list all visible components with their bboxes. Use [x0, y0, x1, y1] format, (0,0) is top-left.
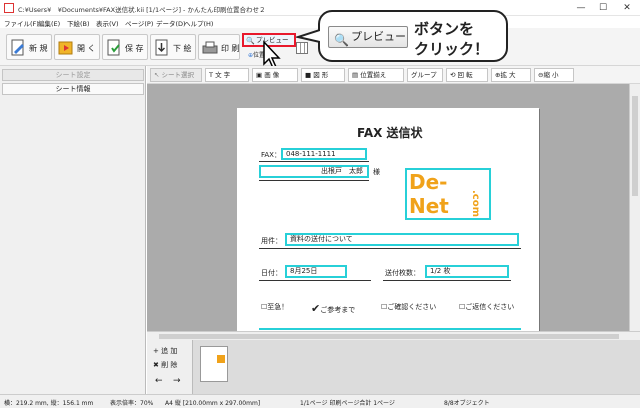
date-underline [259, 280, 371, 281]
page-controls: + 追 加 ✖ 削 除 ← → [147, 340, 193, 394]
delete-page-button[interactable]: ✖ 削 除 [153, 360, 177, 370]
fax-underline [259, 161, 369, 162]
menu-file[interactable]: ファイル(F) [4, 18, 39, 28]
title-bar: C:¥Users¥ ¥Documents¥FAX送信状.kii [1/1ページ]… [0, 0, 640, 16]
zoom-out-button[interactable]: ⊖縮 小 [534, 68, 574, 82]
checkbox-urgent[interactable]: ☐至急！ [261, 302, 288, 312]
align-icon: ▤ [352, 71, 359, 79]
subject-label: 用件： [261, 237, 282, 245]
magnifier-icon: 🔍 [334, 33, 349, 47]
tab-sheet-info[interactable]: シート情報 [2, 83, 144, 95]
object-count: 8/8オブジェクト [444, 400, 490, 407]
next-page-button[interactable]: → [173, 376, 181, 386]
checkmark-icon: ✔ [311, 302, 321, 315]
sidebar: シート設定 シート情報 [0, 66, 146, 394]
prev-page-button[interactable]: ← [155, 376, 163, 386]
checkbox-reply[interactable]: ☐ご返信ください [459, 302, 514, 312]
de-net-logo[interactable]: De- Net .com [405, 168, 491, 220]
minimize-button[interactable]: — [574, 2, 588, 14]
text-button[interactable]: T 文 字 [205, 68, 249, 82]
printer-icon [202, 39, 218, 57]
new-button[interactable]: 新 規 [6, 34, 52, 60]
sketch-button[interactable]: 下 絵 [150, 34, 196, 60]
callout-line-2: クリック！ [414, 40, 490, 58]
image-button[interactable]: ▣ 画 像 [252, 68, 298, 82]
zoom-in-button[interactable]: ⊕拡 大 [491, 68, 531, 82]
menu-page[interactable]: ページ(P) [125, 18, 153, 28]
magnifier-icon: 🔍 [246, 37, 255, 45]
subject-field[interactable]: 資料の送付について [285, 233, 519, 246]
callout-pointer [294, 28, 321, 44]
tab-sheet-settings[interactable]: シート設定 [2, 69, 144, 81]
save-icon [106, 39, 122, 57]
page-thumbnail[interactable] [200, 346, 228, 382]
rotate-icon: ⟲ [450, 71, 456, 79]
new-document-icon [10, 39, 26, 57]
shape-icon: ■ [305, 71, 312, 79]
thumbnail-logo [217, 355, 225, 363]
menu-edit[interactable]: 編集(E) [38, 18, 60, 28]
app-icon [4, 3, 14, 13]
horizontal-scroll-thumb[interactable] [159, 334, 619, 339]
status-bar: 横：219.2 mm, 縦：156.1 mm 表示倍率：70% A4 縦 [21… [0, 394, 640, 408]
open-button[interactable]: 開 く [54, 34, 100, 60]
add-page-button[interactable]: + 追 加 [153, 346, 177, 356]
shape-button[interactable]: ■ 図 形 [301, 68, 345, 82]
close-button[interactable]: ✕ [620, 2, 634, 14]
align-button[interactable]: ▤ 位置揃え [348, 68, 404, 82]
maximize-button[interactable]: ☐ [596, 2, 610, 14]
pointer-icon: ↖ [154, 71, 160, 79]
subject-underline [259, 248, 521, 249]
menu-view[interactable]: 表示(V) [96, 18, 119, 28]
fax-number-field[interactable]: 048-111-1111 [281, 148, 367, 160]
logo-side-text: .com [470, 190, 481, 218]
recipient-underline [259, 180, 369, 181]
callout-line-1: ボタンを [414, 20, 475, 38]
horizontal-scrollbar[interactable] [147, 331, 640, 340]
delete-icon: ✖ [153, 361, 159, 369]
group-button[interactable]: グループ [407, 68, 443, 82]
drawing-toolbar: ↖ シート選択 T 文 字 ▣ 画 像 ■ 図 形 ▤ 位置揃え グループ ⟲ … [147, 66, 640, 84]
pages-underline [383, 280, 511, 281]
save-button[interactable]: 保 存 [102, 34, 148, 60]
sketch-import-icon [154, 39, 170, 57]
vertical-scroll-thumb[interactable] [632, 96, 638, 196]
zoom-level: 表示倍率：70% [110, 400, 154, 407]
checkbox-reference[interactable]: ✔ご参考まで [311, 302, 355, 315]
pages-field[interactable]: 1/2 枚 [425, 265, 509, 278]
menu-sketch[interactable]: 下絵(B) [67, 18, 90, 28]
callout-preview-button: 🔍 プレビュー [328, 26, 408, 48]
form-title[interactable]: FAX 送信状 [357, 124, 423, 141]
checkbox-confirm[interactable]: ☐ご確認ください [381, 302, 436, 312]
fax-label: FAX： [261, 151, 281, 159]
open-folder-icon [58, 39, 74, 57]
plus-icon: + [153, 347, 159, 355]
image-icon: ▣ [256, 71, 263, 79]
cursor-coordinates: 横：219.2 mm, 縦：156.1 mm [4, 400, 94, 407]
window-title: C:¥Users¥ ¥Documents¥FAX送信状.kii [1/1ページ]… [18, 6, 266, 14]
instruction-callout: 🔍 プレビュー ボタンを クリック！ [318, 10, 508, 62]
logo-line-1: De- [409, 170, 448, 194]
rotate-button[interactable]: ⟲ 回 転 [446, 68, 488, 82]
select-sheet-button[interactable]: ↖ シート選択 [150, 68, 202, 82]
date-label: 日付： [261, 269, 282, 277]
paper-sheet[interactable]: FAX 送信状 FAX： 048-111-1111 出根戸 太郎 様 De- N… [237, 108, 539, 331]
canvas-area[interactable]: FAX 送信状 FAX： 048-111-1111 出根戸 太郎 様 De- N… [147, 84, 629, 331]
paper-size: A4 縦 [210.00mm x 297.00mm] [165, 400, 261, 407]
recipient-field[interactable]: 出根戸 太郎 [259, 165, 369, 178]
recipient-suffix: 様 [373, 168, 380, 176]
page-count: 1/1ページ 印刷ページ合計 1ページ [300, 400, 395, 407]
vertical-scrollbar[interactable] [629, 84, 640, 331]
menu-help[interactable]: ヘルプ(H) [184, 18, 213, 28]
print-button[interactable]: 印 刷 [198, 34, 240, 60]
text-icon: T [209, 71, 213, 79]
date-field[interactable]: 8月25日 [285, 265, 347, 278]
menu-data[interactable]: データ(D) [156, 18, 186, 28]
logo-line-2: Net [409, 194, 449, 218]
pages-label: 送付枚数： [385, 269, 420, 277]
